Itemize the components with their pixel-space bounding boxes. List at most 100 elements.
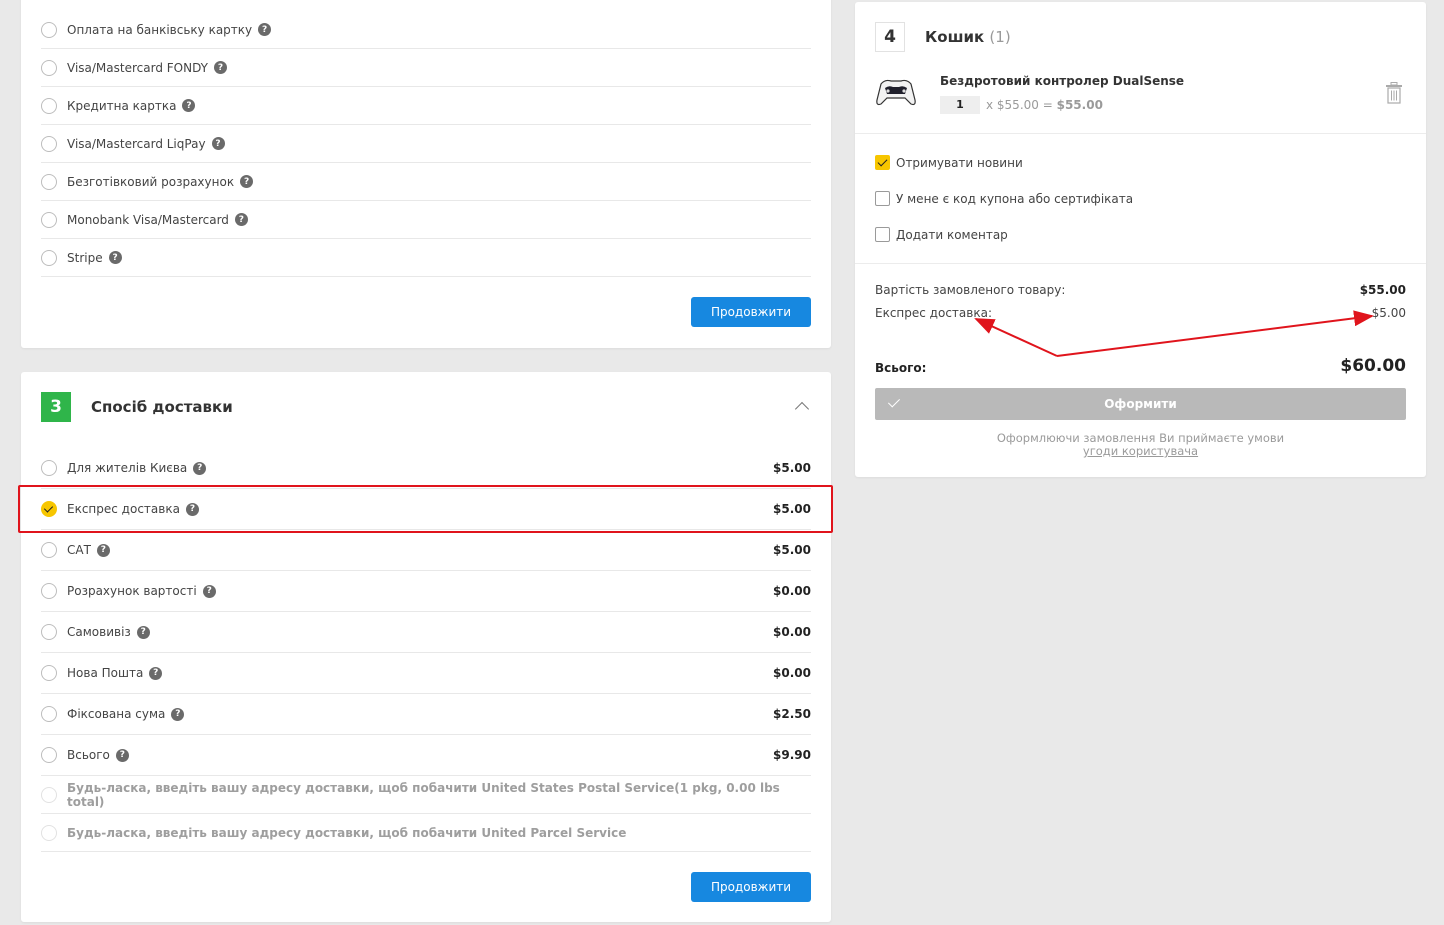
delivery-price: $9.90 <box>773 748 811 762</box>
delivery-price: $2.50 <box>773 707 811 721</box>
radio-button[interactable] <box>41 542 57 558</box>
help-icon[interactable]: ? <box>136 625 150 639</box>
help-icon[interactable]: ? <box>96 543 110 557</box>
payment-option[interactable]: Visa/Mastercard LiqPay ? <box>41 125 811 163</box>
delivery-option-label: Фіксована сума <box>67 707 166 721</box>
radio-button[interactable] <box>41 249 57 266</box>
payment-option[interactable]: Stripe ? <box>41 239 811 277</box>
help-icon[interactable]: ? <box>214 61 227 74</box>
help-icon[interactable]: ? <box>149 666 163 680</box>
subtotal-label: Вартість замовленого товару: <box>875 283 1066 297</box>
delivery-option-label: САТ <box>67 543 91 557</box>
payment-option[interactable]: Кредитна картка ? <box>41 87 811 125</box>
delivery-option[interactable]: САТ ? $5.00 <box>41 530 811 571</box>
payment-option[interactable]: Безготівковий розрахунок ? <box>41 163 811 201</box>
delivery-price: $0.00 <box>773 625 811 639</box>
check-icon <box>887 395 901 408</box>
comment-label: Додати коментар <box>896 227 1008 242</box>
delivery-price: $5.00 <box>773 543 811 557</box>
coupon-label: У мене є код купона або сертифіката <box>896 191 1134 206</box>
delivery-option[interactable]: Всього ? $9.90 <box>41 735 811 776</box>
help-icon[interactable]: ? <box>182 99 196 112</box>
newsletter-checkbox[interactable] <box>875 155 890 170</box>
radio-button[interactable] <box>41 21 57 38</box>
radio-button[interactable] <box>41 211 57 228</box>
step-number-badge: 4 <box>875 22 905 52</box>
delivery-option[interactable]: Для жителів Києва ? $5.00 <box>41 448 811 489</box>
delivery-method-card: 3 Спосіб доставки Для жителів Києва ? $5… <box>21 372 831 922</box>
payment-option[interactable]: Visa/Mastercard FONDY ? <box>41 49 811 87</box>
divider <box>855 133 1426 134</box>
delivery-continue-button[interactable]: Продовжити <box>691 872 811 902</box>
gamepad-icon <box>876 79 916 106</box>
radio-button[interactable] <box>41 665 57 681</box>
annotation-highlight-box <box>18 485 833 533</box>
chevron-up-icon[interactable] <box>794 401 810 417</box>
subtotal-value: $55.00 <box>1359 283 1406 297</box>
delivery-option-label: Розрахунок вартості <box>67 584 197 598</box>
cart-title-text: Кошик <box>925 28 985 46</box>
cart-item-price-line: x $55.00 = $55.00 <box>986 98 1103 112</box>
trash-icon[interactable] <box>1385 82 1403 104</box>
coupon-checkbox[interactable] <box>875 191 890 206</box>
radio-button-disabled <box>41 786 57 803</box>
terms-text: Оформлюючи замовлення Ви приймаєте умови <box>996 431 1285 445</box>
coupon-option[interactable]: У мене є код купона або сертифіката <box>875 191 1133 206</box>
newsletter-label: Отримувати новини <box>896 155 1023 170</box>
help-icon[interactable]: ? <box>171 707 185 721</box>
checkout-button[interactable]: Оформити <box>875 388 1406 420</box>
radio-button[interactable] <box>41 583 57 599</box>
payment-continue-button[interactable]: Продовжити <box>691 297 811 327</box>
section-title: Спосіб доставки <box>91 398 233 416</box>
radio-button[interactable] <box>41 706 57 722</box>
payment-option[interactable]: Monobank Visa/Mastercard ? <box>41 201 811 239</box>
help-icon[interactable]: ? <box>202 584 216 598</box>
radio-button[interactable] <box>41 135 57 152</box>
terms-notice: Оформлюючи замовлення Ви приймаєте умови… <box>875 432 1406 458</box>
comment-option[interactable]: Додати коментар <box>875 227 1008 242</box>
cart-title: Кошик (1) <box>925 28 1011 46</box>
total-label: Всього: <box>875 361 927 375</box>
help-icon[interactable]: ? <box>258 23 272 36</box>
payment-option[interactable]: Оплата на банківську картку ? <box>41 11 811 49</box>
radio-button[interactable] <box>41 624 57 640</box>
delivery-option-label: Самовивіз <box>67 625 131 639</box>
shipping-value: $5.00 <box>1371 306 1406 320</box>
radio-button[interactable] <box>41 59 57 76</box>
payment-option-label: Оплата на банківську картку <box>67 22 253 37</box>
payment-option-label: Visa/Mastercard FONDY <box>67 60 208 75</box>
comment-checkbox[interactable] <box>875 227 890 242</box>
delivery-option[interactable]: Фіксована сума ? $2.50 <box>41 694 811 735</box>
help-icon[interactable]: ? <box>108 251 122 264</box>
delivery-option[interactable]: Розрахунок вартості ? $0.00 <box>41 571 811 612</box>
cart-card: 4 Кошик (1) Бездротовий контролер DualSe… <box>855 2 1426 477</box>
delivery-option[interactable]: Нова Пошта ? $0.00 <box>41 653 811 694</box>
radio-button[interactable] <box>41 173 57 190</box>
help-icon[interactable]: ? <box>115 748 129 762</box>
delivery-notice-text: Будь-ласка, введіть вашу адресу доставки… <box>67 780 780 809</box>
delivery-notice: Будь-ласка, введіть вашу адресу доставки… <box>41 776 811 814</box>
delivery-option-label: Всього <box>67 748 110 762</box>
step-number-badge: 3 <box>41 392 71 422</box>
cart-item-unit-price: x $55.00 = <box>986 98 1053 112</box>
delivery-price: $5.00 <box>773 461 811 475</box>
terms-link[interactable]: угоди користувача <box>875 445 1406 458</box>
delivery-price: $0.00 <box>773 666 811 680</box>
payment-methods-card: Оплата на банківську картку ? Visa/Maste… <box>21 0 831 348</box>
help-icon[interactable]: ? <box>240 175 254 188</box>
radio-button[interactable] <box>41 97 57 114</box>
newsletter-option[interactable]: Отримувати новини <box>875 155 1023 170</box>
shipping-label: Експрес доставка: <box>875 306 992 320</box>
cart-item-line-total: $55.00 <box>1056 98 1103 112</box>
payment-option-label: Monobank Visa/Mastercard <box>67 212 229 227</box>
payment-option-label: Stripe <box>67 250 103 265</box>
help-icon[interactable]: ? <box>234 213 248 226</box>
help-icon[interactable]: ? <box>211 137 225 150</box>
radio-button[interactable] <box>41 460 57 476</box>
delivery-option[interactable]: Самовивіз ? $0.00 <box>41 612 811 653</box>
cart-item-name[interactable]: Бездротовий контролер DualSense <box>940 74 1184 88</box>
help-icon[interactable]: ? <box>193 461 207 475</box>
radio-button[interactable] <box>41 747 57 763</box>
cart-item-quantity[interactable]: 1 <box>940 96 980 114</box>
checkout-label: Оформити <box>1104 397 1177 411</box>
